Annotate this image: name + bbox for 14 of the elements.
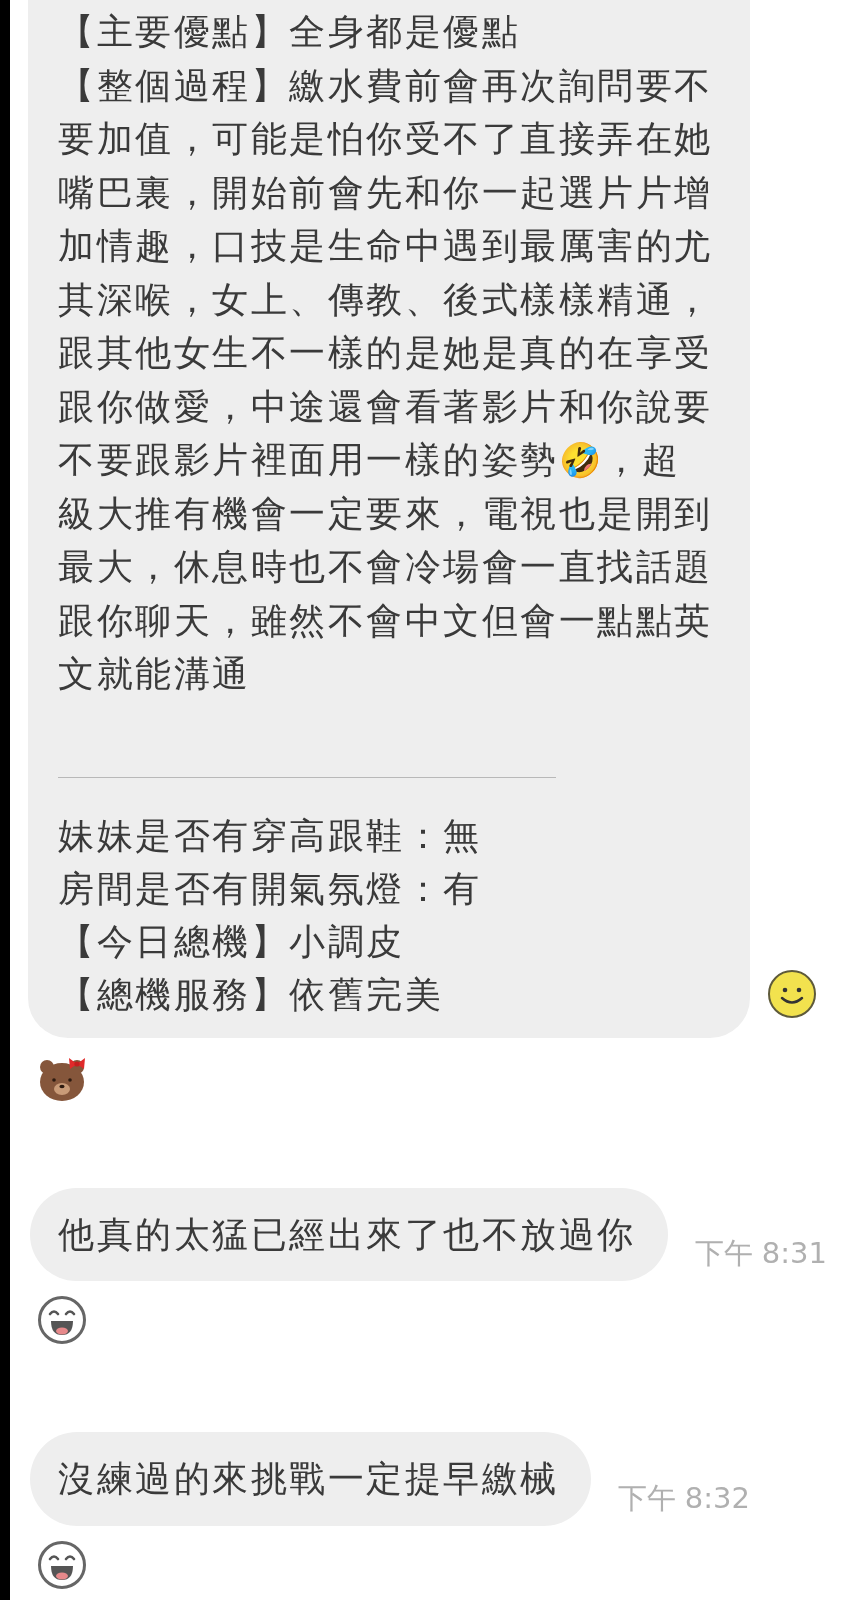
message-text: 【整個過程】繳水費前會再次詢問要不要加值，可能是怕你受不了直接弄在她嘴巴裏，開始前會先和你一起選片片增加情趣，口技是生命中遇到最厲害的尤其深喉，女上、傳教、後式樣樣精通，跟其他女生不一樣的是她是真的在享受跟你做愛，中途還會看著影片和你說要不要跟影片裡面用一樣的姿勢🤣，超級大推有機會一定要來，電視也是開到最大，休息時也不會冷場會一直找話題跟你聊天，雖然不會中文但會一點點英文就能溝通 [58, 63, 714, 696]
laughing-face-icon [37, 1295, 87, 1345]
message-time: 下午 8:32 [617, 1479, 750, 1517]
smiley-icon[interactable] [767, 968, 817, 1019]
message-text: 他真的太猛已經出來了也不放過你 [58, 1212, 636, 1257]
message-text: 房間是否有開氣氛燈：有 [58, 866, 483, 911]
laughing-emoji-icon: 🤣 [558, 440, 603, 480]
message-time: 下午 8:31 [694, 1235, 827, 1272]
message-text: 沒練過的來挑戰一定提早繳械 [58, 1457, 559, 1501]
laughing-face-icon [37, 1539, 87, 1590]
message-text: 【今日總機】小調皮 [58, 919, 406, 964]
message-text: 【主要優點】全身都是優點 [58, 10, 521, 54]
message-text: 【總機服務】依舊完美 [58, 972, 444, 1017]
message-text: 妹妹是否有穿高跟鞋：無 [58, 813, 483, 858]
